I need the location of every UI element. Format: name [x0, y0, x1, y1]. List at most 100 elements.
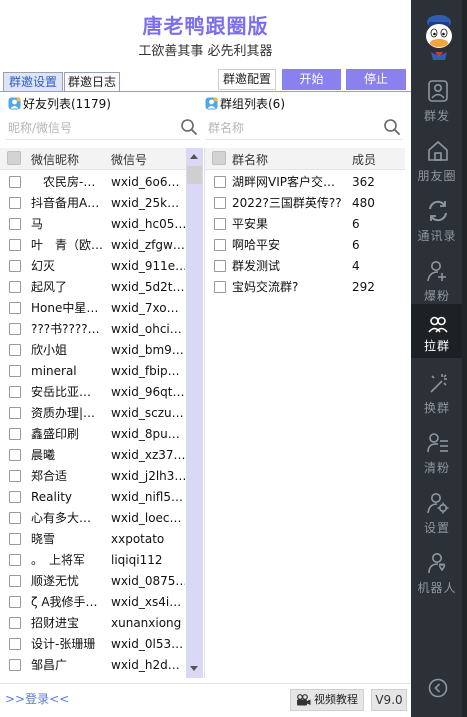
login-link[interactable]: >>登录<< — [5, 690, 69, 707]
table-row[interactable]: 平安果 6 — [205, 214, 405, 235]
column-header-nickname[interactable]: 微信昵称 — [31, 151, 79, 168]
row-checkbox[interactable] — [9, 260, 21, 272]
row-checkbox[interactable] — [9, 323, 21, 335]
row-checkbox[interactable] — [9, 239, 21, 251]
row-checkbox[interactable] — [214, 260, 226, 272]
nav-item-pull-group[interactable]: 拉群 — [411, 304, 463, 358]
table-row[interactable]: 群发测试 4 — [205, 256, 405, 277]
video-tutorial-button[interactable]: 视频教程 — [290, 689, 364, 711]
table-row[interactable]: ζ A我修手… wxid_xs4i… — [0, 592, 186, 613]
tab-group-invite-settings[interactable]: 群邀设置 — [3, 72, 63, 92]
friend-wxid: wxid_8pu… — [111, 427, 180, 441]
row-checkbox[interactable] — [9, 197, 21, 209]
row-checkbox[interactable] — [9, 554, 21, 566]
row-checkbox[interactable] — [9, 176, 21, 188]
friends-search-box[interactable]: 昵称/微信号 — [6, 116, 200, 140]
table-row[interactable]: 起风了 wxid_5d2t… — [0, 277, 186, 298]
nav-item-mass-send[interactable]: 群发 — [411, 70, 463, 138]
tab-group-invite-log[interactable]: 群邀日志 — [64, 72, 120, 92]
table-row[interactable]: 马 wxid_hc05… — [0, 214, 186, 235]
table-row[interactable]: 抖音备用A… wxid_25k… — [0, 193, 186, 214]
table-row[interactable]: 农民房-… wxid_6o6… — [0, 172, 186, 193]
row-checkbox[interactable] — [9, 491, 21, 503]
row-checkbox[interactable] — [214, 281, 226, 293]
table-row[interactable]: 心有多大… wxid_loec… — [0, 508, 186, 529]
table-row[interactable]: 资质办理|… wxid_sczu… — [0, 403, 186, 424]
invite-config-button[interactable]: 群邀配置 — [218, 69, 276, 90]
nav-item-settings[interactable]: 设置 — [411, 482, 463, 550]
table-row[interactable]: Reality wxid_nifl5… — [0, 487, 186, 508]
scroll-up-icon[interactable] — [190, 154, 198, 159]
row-checkbox[interactable] — [214, 239, 226, 251]
groups-list-title: 群组列表(6) — [205, 96, 285, 112]
row-checkbox[interactable] — [9, 533, 21, 545]
nav-item-contacts[interactable]: 通讯录 — [411, 190, 463, 258]
nav-item-clean-fans[interactable]: 清粉 — [411, 422, 463, 490]
table-row[interactable]: 招财进宝 xunanxiong — [0, 613, 186, 634]
table-row[interactable]: 湖畔网VIP客户交… 362 — [205, 172, 405, 193]
table-row[interactable]: 邹昌广 wxid_h2d… — [0, 655, 186, 676]
friends-search-input[interactable]: 昵称/微信号 — [8, 119, 72, 136]
row-checkbox[interactable] — [9, 470, 21, 482]
table-row[interactable]: 郑合适 wxid_j2lh3… — [0, 466, 186, 487]
nav-item-swap-group[interactable]: 换群 — [411, 362, 463, 430]
table-row[interactable]: 宝妈交流群? 292 — [205, 277, 405, 298]
row-checkbox[interactable] — [9, 638, 21, 650]
row-checkbox[interactable] — [9, 617, 21, 629]
table-row[interactable]: mineral wxid_fbip… — [0, 361, 186, 382]
friend-wxid: wxid_7xo… — [111, 301, 179, 315]
column-header-group-name[interactable]: 群名称 — [232, 151, 268, 168]
table-row[interactable]: 晨曦 wxid_xz37… — [0, 445, 186, 466]
stop-button[interactable]: 停止 — [346, 69, 406, 90]
row-checkbox[interactable] — [9, 407, 21, 419]
row-checkbox[interactable] — [9, 449, 21, 461]
friend-wxid: wxid_nifl5… — [111, 490, 183, 504]
column-header-wxid[interactable]: 微信号 — [111, 151, 147, 168]
row-checkbox[interactable] — [9, 596, 21, 608]
row-checkbox[interactable] — [9, 218, 21, 230]
back-arrow-icon[interactable] — [428, 678, 448, 698]
search-icon[interactable] — [383, 118, 401, 136]
friend-nickname: 心有多大… — [31, 511, 92, 525]
row-checkbox[interactable] — [9, 386, 21, 398]
row-checkbox[interactable] — [9, 575, 21, 587]
select-all-friends-checkbox[interactable] — [7, 151, 21, 165]
select-all-groups-checkbox[interactable] — [212, 151, 226, 165]
row-checkbox[interactable] — [214, 176, 226, 188]
table-row[interactable]: 。 上将军 liqiqi112 — [0, 550, 186, 571]
table-row[interactable]: Hone中星… wxid_7xo… — [0, 298, 186, 319]
row-checkbox[interactable] — [9, 512, 21, 524]
nav-item-moments[interactable]: 朋友圈 — [411, 130, 463, 198]
friends-scrollbar[interactable] — [186, 148, 203, 678]
nav-label-mass-send: 群发 — [423, 109, 450, 123]
groups-search-input[interactable]: 群名称 — [208, 119, 244, 136]
nav-label-settings: 设置 — [423, 521, 450, 535]
row-checkbox[interactable] — [9, 428, 21, 440]
row-checkbox[interactable] — [9, 344, 21, 356]
row-checkbox[interactable] — [214, 218, 226, 230]
row-checkbox[interactable] — [9, 365, 21, 377]
sidebar-edge — [462, 0, 467, 717]
scrollbar-thumb[interactable] — [187, 166, 202, 184]
table-row[interactable]: 设计-张珊珊 wxid_0l53… — [0, 634, 186, 655]
scroll-down-icon[interactable] — [190, 666, 198, 671]
table-row[interactable]: 啊哈平安 6 — [205, 235, 405, 256]
table-row[interactable]: ???书????… wxid_ohci… — [0, 319, 186, 340]
start-button[interactable]: 开始 — [282, 69, 341, 90]
table-row[interactable]: 幻灭 wxid_911e… — [0, 256, 186, 277]
table-row[interactable]: 晓雪 xxpotato — [0, 529, 186, 550]
row-checkbox[interactable] — [214, 197, 226, 209]
groups-search-box[interactable]: 群名称 — [206, 116, 403, 140]
table-row[interactable]: 欣小姐 wxid_bm9… — [0, 340, 186, 361]
table-row[interactable]: 鑫盛印刷 wxid_8pu… — [0, 424, 186, 445]
row-checkbox[interactable] — [9, 302, 21, 314]
search-icon[interactable] — [180, 118, 198, 136]
row-checkbox[interactable] — [9, 659, 21, 671]
column-header-members[interactable]: 成员 — [352, 151, 376, 168]
nav-item-robot[interactable]: 机器人 — [411, 542, 463, 610]
row-checkbox[interactable] — [9, 281, 21, 293]
table-row[interactable]: 安岳比亚… wxid_96qt… — [0, 382, 186, 403]
table-row[interactable]: 叶 青（欧… wxid_zfgw… — [0, 235, 186, 256]
table-row[interactable]: 2022?三国群英传?? 480 — [205, 193, 405, 214]
table-row[interactable]: 顺遂无忧 wxid_0875… — [0, 571, 186, 592]
